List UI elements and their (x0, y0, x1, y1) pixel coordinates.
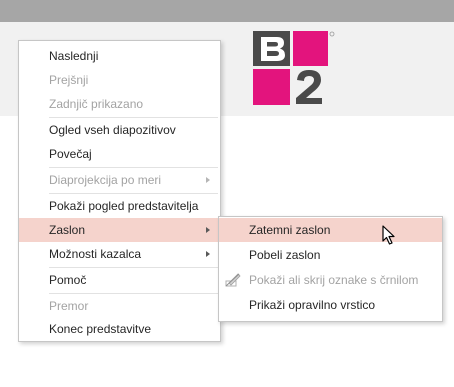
menu-item-end-show[interactable]: Konec predstavitve (19, 317, 220, 341)
menu-item-see-all-slides[interactable]: Ogled vseh diapozitivov (19, 118, 220, 142)
ink-markup-icon (225, 273, 241, 287)
submenu-arrow-icon (206, 251, 210, 257)
submenu-item-white-screen[interactable]: Pobeli zaslon (219, 243, 442, 267)
menu-item-pause[interactable]: Premor (19, 294, 220, 318)
submenu-item-show-taskbar[interactable]: Prikaži opravilno vrstico (219, 293, 442, 317)
mouse-pointer-icon (382, 225, 395, 245)
menu-item-screen[interactable]: Zaslon (19, 218, 220, 242)
menu-item-help[interactable]: Pomoč (19, 268, 220, 292)
window-top-bar (0, 0, 454, 22)
screen-submenu: Zatemni zaslon Pobeli zaslon Pokaži ali … (218, 216, 443, 322)
submenu-arrow-icon (206, 227, 210, 233)
menu-item-previous[interactable]: Prejšnji (19, 68, 220, 92)
menu-item-custom-show[interactable]: Diaprojekcija po meri (19, 168, 220, 192)
submenu-item-black-screen[interactable]: Zatemni zaslon (219, 218, 442, 242)
menu-item-last-viewed[interactable]: Zadnjič prikazano (19, 92, 220, 116)
menu-item-zoom[interactable]: Povečaj (19, 142, 220, 166)
context-menu: Naslednji Prejšnji Zadnjič prikazano Ogl… (18, 40, 221, 342)
submenu-arrow-icon (206, 177, 210, 183)
b2-logo (253, 31, 335, 105)
menu-item-next[interactable]: Naslednji (19, 44, 220, 68)
submenu-item-toggle-ink-markup[interactable]: Pokaži ali skrij oznake s črnilom (219, 268, 442, 292)
menu-item-presenter-view[interactable]: Pokaži pogled predstavitelja (19, 194, 220, 218)
menu-item-pointer-options[interactable]: Možnosti kazalca (19, 242, 220, 266)
